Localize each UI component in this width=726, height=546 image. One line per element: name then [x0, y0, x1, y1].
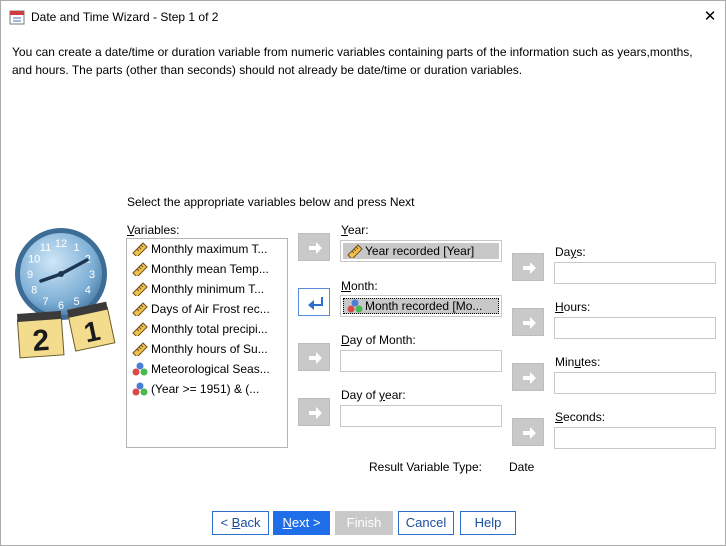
- variable-label: Monthly total precipi...: [151, 322, 268, 336]
- close-button[interactable]: ✕: [695, 1, 725, 32]
- ruler-icon: [347, 244, 363, 258]
- variable-list-item[interactable]: Monthly minimum T...: [127, 279, 287, 299]
- clock-number: 8: [31, 285, 37, 297]
- move-to-seconds-button[interactable]: [512, 418, 544, 446]
- minutes-label: Minutes:: [555, 355, 601, 369]
- ruler-icon: [132, 262, 148, 276]
- day-of-year-field[interactable]: [340, 405, 502, 427]
- arrow-right-icon: [309, 407, 322, 419]
- variable-label: Monthly minimum T...: [151, 282, 265, 296]
- year-field[interactable]: Year recorded [Year]: [340, 240, 502, 262]
- hours-label: Hours:: [555, 300, 591, 314]
- minutes-field[interactable]: [554, 372, 716, 394]
- clock-number: 11: [40, 242, 51, 254]
- result-type-label: Result Variable Type:: [369, 460, 482, 474]
- clock-number: 12: [55, 238, 67, 250]
- variables-listbox[interactable]: Monthly maximum T... Monthly mean Temp...…: [126, 238, 288, 448]
- nominal-icon: [132, 382, 148, 396]
- seconds-label: Seconds:: [555, 410, 606, 424]
- move-to-day-of-year-button[interactable]: [298, 398, 330, 426]
- clock-calendar-illustration: 121234567891011 2 1: [11, 226, 123, 366]
- title-bar: Date and Time Wizard - Step 1 of 2 ✕: [1, 1, 725, 32]
- window-title: Date and Time Wizard - Step 1 of 2: [31, 10, 219, 24]
- finish-button[interactable]: Finish: [335, 511, 393, 535]
- variable-list-item[interactable]: Days of Air Frost rec...: [127, 299, 287, 319]
- clock-number: 1: [73, 242, 79, 254]
- variable-list-item[interactable]: Monthly mean Temp...: [127, 259, 287, 279]
- wizard-app-icon: [9, 10, 25, 25]
- next-button[interactable]: Next >: [273, 511, 330, 535]
- arrow-return-left-icon: [308, 297, 323, 310]
- variable-list-item[interactable]: Monthly hours of Su...: [127, 339, 287, 359]
- cancel-button[interactable]: Cancel: [398, 511, 454, 535]
- arrow-right-icon: [309, 242, 322, 254]
- arrow-right-icon: [523, 317, 536, 329]
- variable-list-item[interactable]: Monthly total precipi...: [127, 319, 287, 339]
- year-value-chip[interactable]: Year recorded [Year]: [343, 243, 499, 259]
- hours-field[interactable]: [554, 317, 716, 339]
- ruler-icon: [132, 322, 148, 336]
- nominal-icon: [347, 299, 363, 313]
- move-to-minutes-button[interactable]: [512, 363, 544, 391]
- clock-number: 7: [42, 296, 48, 308]
- move-to-hours-button[interactable]: [512, 308, 544, 336]
- wizard-description: You can create a date/time or duration v…: [12, 45, 693, 77]
- result-type-value: Date: [509, 460, 535, 474]
- variable-label: Monthly mean Temp...: [151, 262, 269, 276]
- variable-label: Meteorological Seas...: [151, 362, 270, 376]
- back-button[interactable]: < Back: [212, 511, 269, 535]
- clock-number: 9: [27, 269, 33, 281]
- move-to-year-button[interactable]: [298, 233, 330, 261]
- move-back-month-button[interactable]: [298, 288, 330, 316]
- arrow-right-icon: [523, 427, 536, 439]
- instruction-text: Select the appropriate variables below a…: [127, 195, 415, 209]
- arrow-right-icon: [523, 262, 536, 274]
- month-label: Month:: [341, 279, 378, 293]
- variable-label: Monthly maximum T...: [151, 242, 268, 256]
- day-of-month-field[interactable]: [340, 350, 502, 372]
- calendar-left-digit: 2: [31, 324, 50, 358]
- ruler-icon: [132, 282, 148, 296]
- clock-number: 5: [73, 296, 79, 308]
- arrow-right-icon: [523, 372, 536, 384]
- ruler-icon: [132, 342, 148, 356]
- clock-number: 3: [89, 269, 95, 281]
- day-of-year-label: Day of year:: [341, 388, 406, 402]
- variables-label: Variables:: [127, 223, 180, 237]
- days-label: Days:: [555, 245, 586, 259]
- variable-list-item[interactable]: Meteorological Seas...: [127, 359, 287, 379]
- ruler-icon: [132, 302, 148, 316]
- month-value-chip[interactable]: Month recorded [Mo...: [343, 298, 499, 314]
- ruler-icon: [132, 242, 148, 256]
- variable-list-item[interactable]: Monthly maximum T...: [127, 239, 287, 259]
- arrow-right-icon: [309, 352, 322, 364]
- clock-number: 6: [58, 300, 64, 312]
- seconds-field[interactable]: [554, 427, 716, 449]
- variable-list-item[interactable]: (Year >= 1951) & (...: [127, 379, 287, 399]
- clock-number: 4: [85, 285, 91, 297]
- clock-icon: 121234567891011 2 1: [15, 228, 116, 359]
- clock-number: 10: [28, 254, 40, 266]
- days-field[interactable]: [554, 262, 716, 284]
- variable-label: (Year >= 1951) & (...: [151, 382, 260, 396]
- date-time-wizard-window: Date and Time Wizard - Step 1 of 2 ✕ You…: [0, 0, 726, 546]
- close-icon: ✕: [703, 8, 717, 25]
- move-to-days-button[interactable]: [512, 253, 544, 281]
- nominal-icon: [132, 362, 148, 376]
- variable-label: Days of Air Frost rec...: [151, 302, 270, 316]
- month-field[interactable]: Month recorded [Mo...: [340, 295, 502, 317]
- move-to-day-of-month-button[interactable]: [298, 343, 330, 371]
- help-button[interactable]: Help: [460, 511, 516, 535]
- day-of-month-label: Day of Month:: [341, 333, 416, 347]
- year-label: Year:: [341, 223, 369, 237]
- variable-label: Monthly hours of Su...: [151, 342, 268, 356]
